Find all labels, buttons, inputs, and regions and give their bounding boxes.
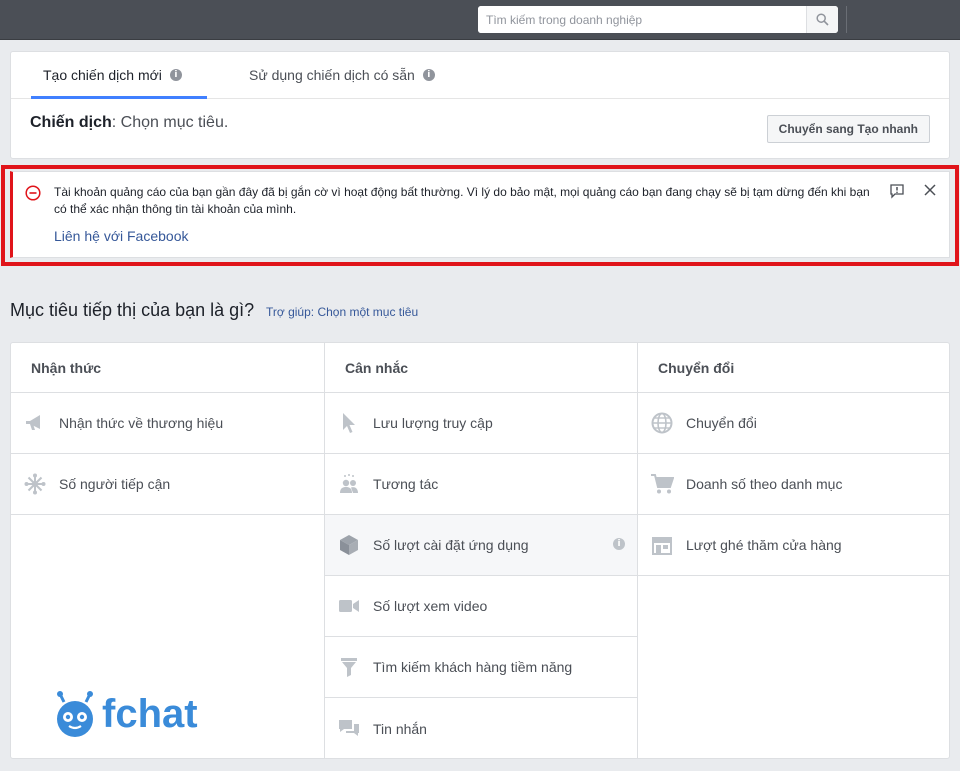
objective-label: Chuyển đổi: [686, 415, 757, 431]
campaign-label: Chiến dịch: [30, 114, 112, 131]
objective-label: Doanh số theo danh mục: [686, 476, 843, 492]
people-icon: [337, 472, 361, 496]
info-icon[interactable]: i: [169, 68, 182, 81]
column-conversion: Chuyển đổi Chuyển đổi Doanh số theo danh…: [637, 343, 949, 758]
objective-store-visits[interactable]: Lượt ghé thăm cửa hàng: [638, 515, 949, 576]
tab-create-new-campaign[interactable]: Tạo chiến dịch mới i: [31, 51, 207, 99]
report-icon[interactable]: [889, 183, 905, 199]
objective-engagement[interactable]: Tương tác: [325, 454, 637, 515]
objective-lead-generation[interactable]: Tìm kiếm khách hàng tiềm năng: [325, 637, 637, 698]
column-header: Chuyển đổi: [638, 343, 949, 393]
objective-label: Số lượt xem video: [373, 598, 488, 614]
objective-conversions[interactable]: Chuyển đổi: [638, 393, 949, 454]
search-icon: [816, 13, 829, 26]
cursor-icon: [337, 411, 361, 435]
box-icon: [337, 533, 361, 557]
contact-facebook-link[interactable]: Liên hệ với Facebook: [54, 228, 188, 244]
objective-video-views[interactable]: Số lượt xem video: [325, 576, 637, 637]
alert-message: Tài khoản quảng cáo của bạn gần đây đã b…: [54, 185, 870, 216]
objective-label: Tương tác: [373, 476, 439, 492]
fchat-logo: fchat: [52, 690, 198, 738]
campaign-title: Chiến dịch: Chọn mục tiêu.: [30, 114, 228, 132]
search-box: [478, 6, 838, 33]
objective-traffic[interactable]: Lưu lượng truy cập: [325, 393, 637, 454]
funnel-icon: [337, 655, 361, 679]
cart-icon: [650, 472, 674, 496]
objective-label: Số lượt cài đặt ứng dụng: [373, 537, 529, 553]
info-icon[interactable]: i: [422, 68, 435, 81]
objective-catalog-sales[interactable]: Doanh số theo danh mục: [638, 454, 949, 515]
objective-label: Lưu lượng truy cập: [373, 415, 493, 431]
robot-icon: [57, 691, 93, 737]
help-choose-objective-link[interactable]: Trợ giúp: Chọn một mục tiêu: [266, 305, 418, 319]
close-icon[interactable]: [923, 183, 937, 197]
video-camera-icon: [337, 594, 361, 618]
tab-use-existing-campaign[interactable]: Sử dụng chiến dịch có sẵn i: [237, 51, 447, 98]
objective-label: Tìm kiếm khách hàng tiềm năng: [373, 659, 573, 675]
objective-label: Số người tiếp cận: [59, 476, 171, 492]
store-icon: [650, 533, 674, 557]
column-header: Cân nhắc: [325, 343, 637, 393]
logo-text: fchat: [102, 692, 198, 736]
error-icon: [25, 185, 41, 201]
campaign-hint: : Chọn mục tiêu.: [111, 114, 229, 131]
objective-label: Tin nhắn: [373, 720, 427, 737]
switch-to-quick-create-button[interactable]: Chuyển sang Tạo nhanh: [766, 115, 930, 143]
top-bar: [0, 0, 960, 40]
search-button[interactable]: [806, 6, 838, 33]
search-input[interactable]: [478, 6, 806, 33]
objective-app-installs[interactable]: Số lượt cài đặt ứng dụng i: [325, 515, 637, 576]
marketing-objective-question: Mục tiêu tiếp thị của bạn là gì?: [10, 300, 255, 320]
info-icon[interactable]: i: [613, 538, 625, 550]
campaign-header-card: Tạo chiến dịch mới i Sử dụng chiến dịch …: [10, 51, 950, 159]
objective-brand-awareness[interactable]: Nhận thức về thương hiệu: [11, 393, 324, 454]
megaphone-icon: [23, 411, 47, 435]
topbar-divider: [846, 6, 847, 33]
objective-reach[interactable]: Số người tiếp cận: [11, 454, 324, 515]
chat-bubbles-icon: [337, 717, 361, 741]
objective-label: Lượt ghé thăm cửa hàng: [686, 537, 842, 553]
objective-label: Nhận thức về thương hiệu: [59, 415, 224, 431]
globe-icon: [650, 411, 674, 435]
account-flagged-alert: Tài khoản quảng cáo của bạn gần đây đã b…: [10, 171, 950, 258]
objective-messages[interactable]: Tin nhắn: [325, 698, 637, 759]
tab-label: Tạo chiến dịch mới: [43, 66, 162, 83]
tab-bar: Tạo chiến dịch mới i Sử dụng chiến dịch …: [11, 52, 949, 99]
tab-label: Sử dụng chiến dịch có sẵn: [249, 66, 415, 83]
column-header: Nhận thức: [11, 343, 324, 393]
column-consideration: Cân nhắc Lưu lượng truy cập Tương tác Số…: [324, 343, 637, 758]
reach-icon: [23, 472, 47, 496]
